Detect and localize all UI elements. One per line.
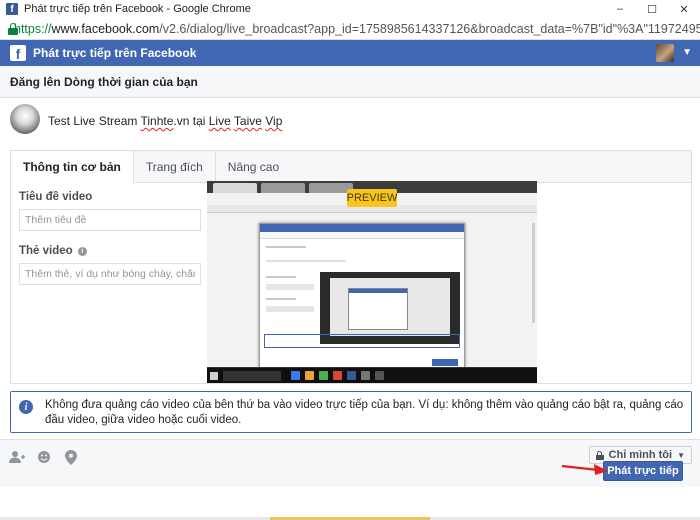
annotation-arrow-icon — [561, 464, 608, 475]
maximize-button[interactable]: ☐ — [636, 0, 668, 18]
user-avatar[interactable] — [656, 44, 674, 62]
facebook-logo-icon: f — [10, 45, 26, 61]
description-text-part: Test Live Stream — [48, 114, 141, 128]
info-icon: i — [19, 400, 33, 414]
video-title-input[interactable] — [19, 209, 201, 231]
facebook-header: f Phát trực tiếp trên Facebook ▼ — [0, 40, 700, 66]
privacy-label: Chỉ mình tôi — [608, 449, 673, 461]
video-title-label: Tiêu đề video — [19, 191, 203, 203]
tab-advanced[interactable]: Nâng cao — [216, 151, 291, 183]
post-destination-selector[interactable]: Đăng lên Dòng thời gian của bạn — [0, 66, 700, 98]
composer-avatar — [10, 104, 40, 134]
misspelled-word: Live — [208, 114, 231, 128]
video-title-label-text: Tiêu đề video — [19, 191, 93, 203]
misspelled-word: Vip — [265, 114, 283, 128]
misspelled-word: Taive — [233, 114, 262, 128]
tag-people-icon[interactable] — [8, 448, 26, 466]
composer[interactable]: Test Live Stream Tinhte.vn tại Live Taiv… — [0, 98, 700, 148]
url-host: www.facebook.com — [51, 21, 160, 36]
preview-nested-dialog — [259, 223, 465, 373]
feeling-emoji-icon[interactable] — [35, 448, 53, 466]
post-destination-label: Đăng lên Dòng thời gian của bạn — [10, 74, 198, 89]
tab-basic-info[interactable]: Thông tin cơ bản — [11, 151, 134, 184]
address-bar[interactable]: https://www.facebook.com/v2.6/dialog/liv… — [0, 18, 700, 40]
dialog-title: Phát trực tiếp trên Facebook — [33, 46, 197, 60]
info-icon[interactable]: i — [77, 246, 87, 256]
lock-icon — [595, 450, 604, 460]
window-title-bar: f Phát trực tiếp trên Facebook - Google … — [0, 0, 700, 18]
tab-bar: Thông tin cơ bản Trang đích Nâng cao — [11, 151, 691, 184]
url-scheme: https:// — [14, 21, 52, 36]
facebook-favicon-icon: f — [6, 3, 18, 15]
basic-info-form: Tiêu đề video Thẻ video i — [19, 191, 203, 285]
close-button[interactable]: ✕ — [668, 0, 700, 18]
preview-screen — [207, 193, 537, 373]
minimize-button[interactable]: – — [604, 0, 636, 18]
preview-badge: PREVIEW — [347, 189, 397, 207]
notice-text: Không đưa quảng cáo video của bên thứ ba… — [45, 399, 684, 426]
video-tags-input[interactable] — [19, 263, 201, 285]
chevron-down-icon: ▼ — [677, 450, 685, 460]
settings-panel: Thông tin cơ bản Trang đích Nâng cao Tiê… — [10, 150, 692, 384]
window-bottom-strip — [0, 487, 700, 520]
window-controls: – ☐ ✕ — [604, 0, 700, 18]
video-tags-label-text: Thẻ video — [19, 245, 73, 257]
url-text[interactable]: https://www.facebook.com/v2.6/dialog/liv… — [14, 22, 700, 36]
go-live-button[interactable]: Phát trực tiếp — [603, 461, 683, 481]
video-preview: PREVIEW — [207, 181, 537, 383]
location-pin-icon[interactable] — [62, 448, 80, 466]
account-caret-down-icon[interactable]: ▼ — [682, 47, 692, 58]
preview-taskbar — [207, 367, 537, 383]
window-title: Phát trực tiếp trên Facebook - Google Ch… — [24, 3, 251, 15]
video-tags-label: Thẻ video i — [19, 245, 203, 257]
ads-policy-notice: i Không đưa quảng cáo video của bên thứ … — [10, 391, 692, 433]
description-text-part: .vn tại — [173, 114, 209, 128]
description-input[interactable]: Test Live Stream Tinhte.vn tại Live Taiv… — [48, 114, 282, 128]
url-path: /v2.6/dialog/live_broadcast?app_id=17589… — [159, 21, 700, 36]
tab-landing-page[interactable]: Trang đích — [134, 151, 216, 183]
misspelled-word: Tinhte — [140, 114, 174, 128]
